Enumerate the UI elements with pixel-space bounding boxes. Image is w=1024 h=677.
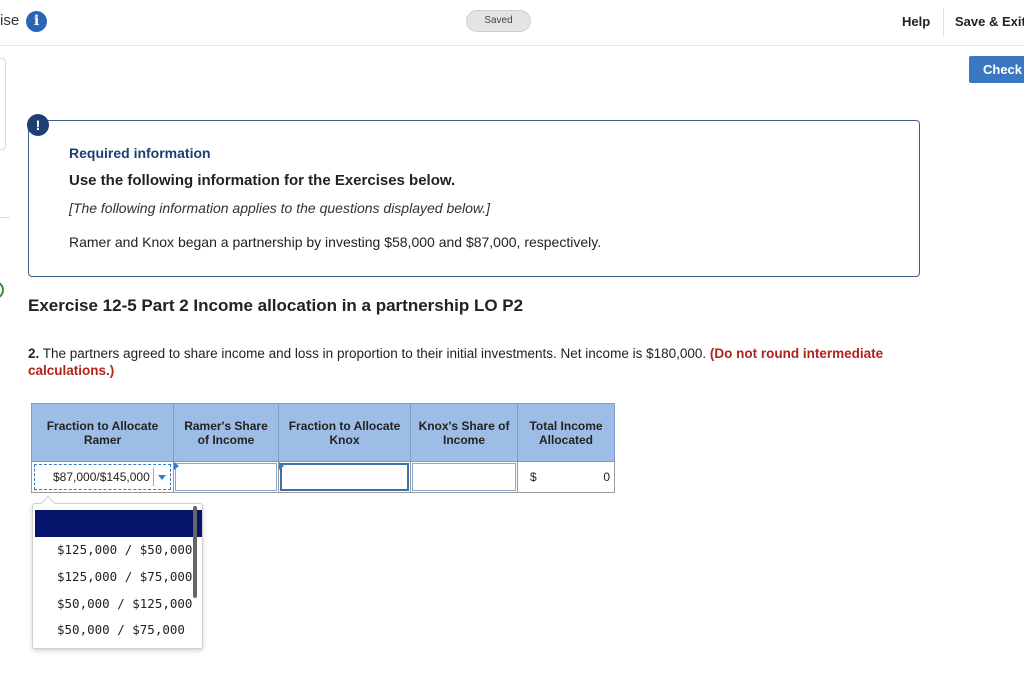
header-ramer-share: Ramer's Share of Income <box>173 403 279 462</box>
dropdown-scrollbar[interactable] <box>193 506 197 598</box>
question-text: 2. The partners agreed to share income a… <box>28 345 898 379</box>
topbar-divider <box>943 8 944 36</box>
help-link[interactable]: Help <box>902 14 930 29</box>
check-button[interactable]: Check <box>969 56 1024 83</box>
knox-share-input[interactable] <box>412 463 516 491</box>
table-row: $87,000/$145,000 $ 0 <box>31 461 615 493</box>
save-exit-button[interactable]: Save & Exit <box>955 14 1024 29</box>
exercise-title: Exercise 12-5 Part 2 Income allocation i… <box>28 296 524 315</box>
assignment-title-fragment: ise <box>0 12 20 29</box>
required-info-title: Required information <box>69 145 211 161</box>
required-info-box <box>28 120 920 277</box>
knox-share-cell <box>410 461 518 493</box>
sidebar-divider <box>0 217 10 218</box>
fraction-ramer-cell: $87,000/$145,000 <box>31 461 174 493</box>
question-body: The partners agreed to share income and … <box>39 346 710 361</box>
income-allocation-table: Fraction to Allocate Ramer Ramer's Share… <box>31 403 615 493</box>
dropdown-option-highlighted[interactable] <box>35 510 202 537</box>
header-total-income: Total Income Allocated <box>517 403 615 462</box>
saved-status-badge: Saved <box>466 10 531 32</box>
table-header-row: Fraction to Allocate Ramer Ramer's Share… <box>31 403 615 462</box>
dropdown-option[interactable]: $50,000 / $75,000 <box>57 622 185 637</box>
info-icon[interactable]: i <box>26 11 47 32</box>
total-income-cell: $ 0 <box>517 461 615 493</box>
top-bar: ise i Saved Help Save & Exit <box>0 0 1024 46</box>
dropdown-option[interactable]: $125,000 / $50,000 <box>57 542 192 557</box>
info-heading: Use the following information for the Ex… <box>69 172 456 189</box>
header-knox-share: Knox's Share of Income <box>410 403 518 462</box>
fraction-ramer-select[interactable]: $87,000/$145,000 <box>34 464 171 490</box>
sidebar-panel-edge <box>0 58 6 150</box>
dropdown-option[interactable]: $125,000 / $75,000 <box>57 569 192 584</box>
input-marker-icon <box>279 462 284 470</box>
header-fraction-knox: Fraction to Allocate Knox <box>278 403 411 462</box>
ramer-share-input[interactable] <box>175 463 277 491</box>
exclamation-icon: ! <box>27 114 49 136</box>
select-divider <box>153 468 154 486</box>
question-number: 2. <box>28 346 40 361</box>
input-marker-icon <box>174 462 179 470</box>
fraction-ramer-value: $87,000/$145,000 <box>53 470 150 484</box>
fraction-dropdown-menu: $125,000 / $50,000 $125,000 / $75,000 $5… <box>32 495 203 649</box>
currency-symbol: $ <box>530 470 537 484</box>
fraction-knox-cell <box>278 461 411 493</box>
progress-circle-icon <box>0 281 4 299</box>
header-fraction-ramer: Fraction to Allocate Ramer <box>31 403 174 462</box>
info-note: [The following information applies to th… <box>69 200 491 216</box>
dropdown-option[interactable]: $50,000 / $125,000 <box>57 596 192 611</box>
fraction-knox-select[interactable] <box>280 463 409 491</box>
chevron-down-icon[interactable] <box>158 475 166 480</box>
total-income-value: 0 <box>603 470 610 484</box>
info-body: Ramer and Knox began a partnership by in… <box>69 234 602 250</box>
ramer-share-cell <box>173 461 279 493</box>
dropdown-pointer <box>40 495 56 511</box>
